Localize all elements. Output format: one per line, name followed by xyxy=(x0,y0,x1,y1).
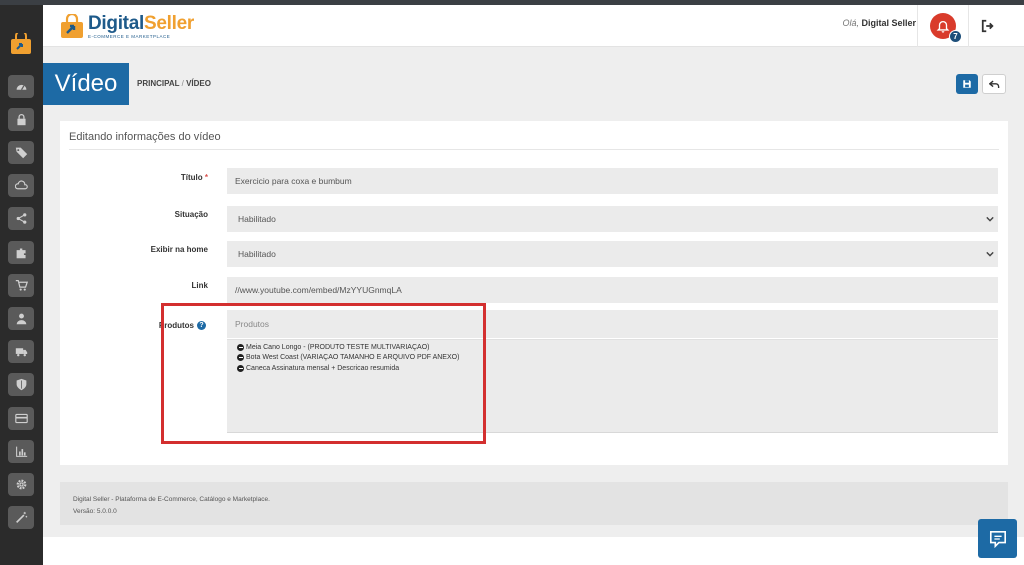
produtos-search-input[interactable]: Produtos xyxy=(227,310,998,338)
sidebar-item-bar-chart[interactable] xyxy=(8,440,34,463)
form-section-title: Editando informações do vídeo xyxy=(69,131,221,143)
sidebar-item-truck[interactable] xyxy=(8,340,34,363)
remove-icon[interactable] xyxy=(237,354,244,361)
sidebar-item-puzzle[interactable] xyxy=(8,241,34,264)
exibir-home-selected-value: Habilitado xyxy=(238,249,276,259)
required-mark: * xyxy=(204,173,208,182)
produtos-label: Produtos? xyxy=(66,321,206,331)
link-input[interactable]: //www.youtube.com/embed/MzYYUGnmqLA xyxy=(227,277,998,303)
produtos-selected-list: Meia Cano Longo - (PRODUTO TESTE MULTIVA… xyxy=(227,339,998,433)
sidebar-item-share[interactable] xyxy=(8,207,34,230)
sidebar-item-magic[interactable] xyxy=(8,506,34,529)
lock-icon xyxy=(16,113,26,126)
cloud-icon xyxy=(14,180,28,190)
user-name: Digital Seller xyxy=(861,18,916,28)
titulo-label: Título * xyxy=(180,173,208,182)
page-title: Vídeo xyxy=(43,63,129,105)
brand-tagline: E-COMMERCE E MARKETPLACE xyxy=(88,34,171,39)
situacao-selected-value: Habilitado xyxy=(238,214,276,224)
situacao-label: Situação xyxy=(174,210,208,219)
sidebar-item-tags[interactable] xyxy=(8,141,34,164)
header-divider xyxy=(968,5,969,47)
chat-button[interactable] xyxy=(978,519,1017,558)
remove-icon[interactable] xyxy=(237,365,244,372)
save-button[interactable] xyxy=(956,74,978,94)
brand-name-digital: Digital xyxy=(88,13,144,34)
main-area: DigitalSeller E-COMMERCE E MARKETPLACE O… xyxy=(43,5,1024,565)
exibir-home-label: Exibir na home xyxy=(150,245,208,254)
chat-icon xyxy=(989,530,1006,548)
bottom-bar xyxy=(43,537,1024,565)
sidebar xyxy=(0,5,43,565)
brand-logo-icon[interactable] xyxy=(9,33,33,55)
breadcrumb-separator: / xyxy=(181,79,184,88)
list-item: Meia Cano Longo - (PRODUTO TESTE MULTIVA… xyxy=(237,344,429,351)
header-divider xyxy=(917,5,918,47)
tags-icon xyxy=(15,147,27,159)
notification-count-badge: 7 xyxy=(949,30,962,43)
logout-icon[interactable] xyxy=(981,19,995,33)
titulo-input[interactable]: Exercicio para coxa e bumbum xyxy=(227,168,998,194)
sidebar-item-lock[interactable] xyxy=(8,108,34,131)
brand-name-seller: Seller xyxy=(143,13,194,34)
sidebar-item-settings[interactable] xyxy=(8,473,34,496)
situacao-select[interactable]: Habilitado xyxy=(227,206,998,232)
footer-version: Versão: 5.0.0.0 xyxy=(73,508,117,515)
page-titlebar: Vídeo PRINCIPAL / VÍDEO xyxy=(43,63,1024,105)
card-divider xyxy=(69,149,999,150)
share-icon xyxy=(16,213,26,224)
help-icon[interactable]: ? xyxy=(197,321,206,331)
magic-wand-icon xyxy=(15,511,27,523)
sidebar-item-shield[interactable] xyxy=(8,373,34,396)
bell-icon xyxy=(936,20,950,33)
chevron-down-icon xyxy=(986,216,994,222)
breadcrumb: PRINCIPAL / VÍDEO xyxy=(137,79,211,88)
breadcrumb-home[interactable]: PRINCIPAL xyxy=(137,79,179,88)
brand-bag-icon xyxy=(61,14,83,38)
user-greeting[interactable]: Olá, Digital Seller xyxy=(842,18,916,28)
sidebar-item-cart[interactable] xyxy=(8,274,34,297)
greeting-prefix: Olá, xyxy=(842,18,859,28)
footer-description: Digital Seller - Plataforma de E-Commerc… xyxy=(73,496,270,503)
puzzle-icon xyxy=(16,248,26,259)
chevron-down-icon xyxy=(986,251,994,257)
breadcrumb-current: VÍDEO xyxy=(186,79,211,88)
gear-icon xyxy=(16,479,26,490)
remove-icon[interactable] xyxy=(237,344,244,351)
bar-chart-icon xyxy=(15,446,27,457)
back-button[interactable] xyxy=(982,74,1006,94)
top-header: DigitalSeller E-COMMERCE E MARKETPLACE O… xyxy=(43,5,1024,47)
truck-icon xyxy=(15,348,27,357)
list-item: Bota West Coast (VARIAÇAO TAMANHO E ARQU… xyxy=(237,354,459,361)
sidebar-item-user[interactable] xyxy=(8,307,34,330)
sidebar-item-credit-card[interactable] xyxy=(8,407,34,430)
list-item: Caneca Assinatura mensal + Descricao res… xyxy=(237,365,399,372)
reply-arrow-icon xyxy=(988,80,999,88)
dashboard-icon xyxy=(16,84,26,91)
cart-icon xyxy=(15,280,28,291)
credit-card-icon xyxy=(14,413,28,424)
page-footer: Digital Seller - Plataforma de E-Commerc… xyxy=(60,482,1008,525)
brand-logo[interactable]: DigitalSeller E-COMMERCE E MARKETPLACE xyxy=(59,11,194,43)
sidebar-item-dashboard[interactable] xyxy=(8,75,34,98)
link-label: Link xyxy=(191,281,208,290)
floppy-disk-icon xyxy=(963,80,971,88)
exibir-home-select[interactable]: Habilitado xyxy=(227,241,998,267)
shield-icon xyxy=(16,378,26,391)
sidebar-item-cloud[interactable] xyxy=(8,174,34,197)
video-form-card: Editando informações do vídeo Título * E… xyxy=(60,121,1008,465)
user-icon xyxy=(16,313,26,325)
